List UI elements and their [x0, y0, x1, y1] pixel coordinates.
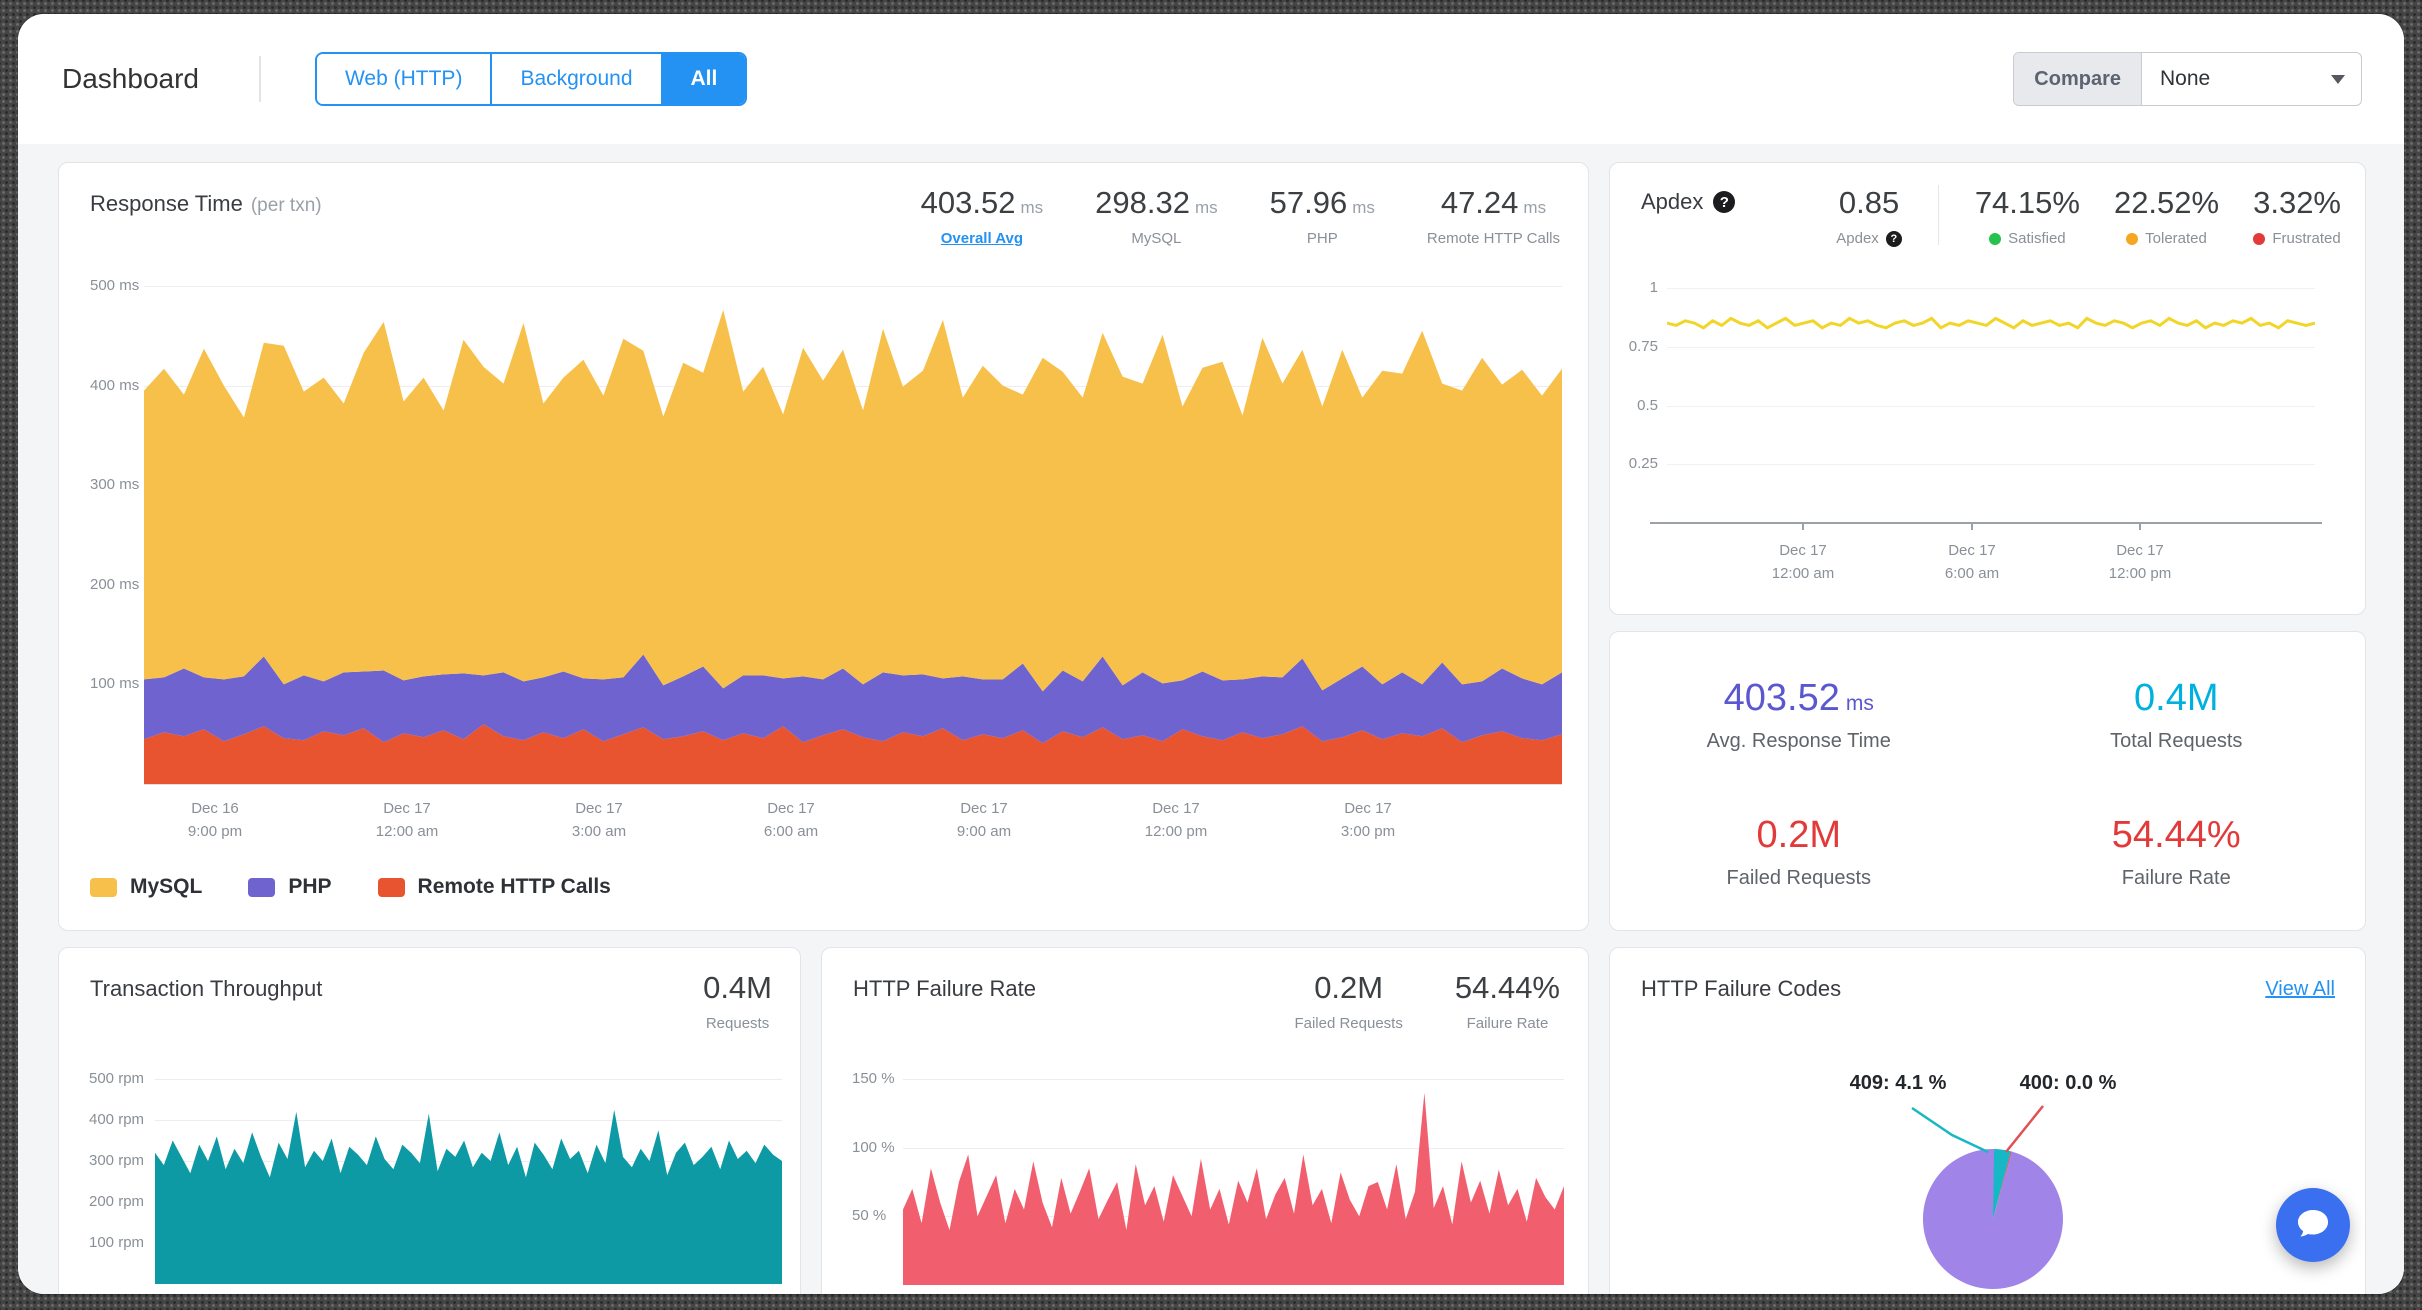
y-tick: 150 %: [852, 1070, 895, 1087]
panel-title: HTTP Failure Rate: [853, 976, 1036, 1002]
chart-legend: MySQL PHP Remote HTTP Calls: [90, 875, 611, 899]
tab-background[interactable]: Background: [490, 54, 660, 103]
y-tick: 200 rpm: [89, 1193, 144, 1210]
help-icon[interactable]: ?: [1713, 191, 1735, 213]
header-divider: [259, 56, 261, 102]
chat-launcher-button[interactable]: [2276, 1188, 2350, 1262]
stat-mysql: 298.32ms MySQL: [1095, 185, 1218, 247]
panel-title: Transaction Throughput: [90, 976, 322, 1002]
axis-tick: [1802, 522, 1804, 530]
failure-rate-chart: [903, 1079, 1564, 1285]
failure-codes-pie-chart: [1610, 948, 2366, 1294]
summary-avg-response-time: 403.52ms Avg. Response Time: [1610, 646, 1988, 783]
x-axis: [1650, 522, 2322, 524]
throughput-stats: 0.4M Requests: [703, 970, 772, 1032]
y-tick: 0.5: [1610, 397, 1658, 414]
y-tick: 400 ms: [90, 377, 139, 394]
stat-remote-http: 47.24ms Remote HTTP Calls: [1427, 185, 1560, 247]
y-tick: 100 %: [852, 1139, 895, 1156]
y-tick: 100 rpm: [89, 1234, 144, 1251]
chat-icon: [2294, 1206, 2332, 1244]
overall-avg-link[interactable]: Overall Avg: [941, 230, 1023, 247]
stat-tolerated: 22.52% Tolerated: [2114, 185, 2219, 247]
y-tick: 50 %: [852, 1207, 886, 1224]
top-bar: Dashboard Web (HTTP) Background All Comp…: [18, 14, 2404, 144]
tab-all[interactable]: All: [661, 54, 746, 103]
apdex-panel: Apdex ? 0.85 Apdex? 74.15% Satisfied: [1609, 162, 2366, 615]
scope-tabs: Web (HTTP) Background All: [315, 52, 747, 105]
failure-codes-panel: HTTP Failure Codes View All 409: 4.1 % 4…: [1609, 947, 2366, 1294]
response-time-chart: [144, 286, 1562, 784]
summary-failed-requests: 0.2M Failed Requests: [1610, 783, 1988, 920]
y-tick: 100 ms: [90, 675, 139, 692]
y-tick: 0.75: [1610, 338, 1658, 355]
y-tick: 200 ms: [90, 576, 139, 593]
compare-select[interactable]: None: [2142, 53, 2361, 105]
summary-failure-rate: 54.44% Failure Rate: [1988, 783, 2366, 920]
app-window: Dashboard Web (HTTP) Background All Comp…: [18, 14, 2404, 1294]
apdex-chart: [1667, 288, 2315, 522]
stat-satisfied: 74.15% Satisfied: [1975, 185, 2080, 247]
y-tick: 500 ms: [90, 277, 139, 294]
stat-overall-avg: 403.52ms Overall Avg: [921, 185, 1044, 247]
summary-total-requests: 0.4M Total Requests: [1988, 646, 2366, 783]
satisfied-dot: [1989, 233, 2001, 245]
y-tick: 300 rpm: [89, 1152, 144, 1169]
legend-mysql: MySQL: [90, 875, 202, 899]
failure-rate-panel: HTTP Failure Rate 0.2M Failed Requests 5…: [821, 947, 1589, 1294]
x-axis: [144, 784, 1562, 785]
frustrated-dot: [2253, 233, 2265, 245]
panel-subtitle: (per txn): [251, 195, 322, 216]
dashboard-content: Response Time(per txn) 403.52ms Overall …: [18, 144, 2404, 1294]
panel-title: Response Time(per txn): [90, 191, 322, 217]
php-swatch: [248, 878, 275, 897]
stat-requests: 0.4M Requests: [703, 970, 772, 1032]
divider: [1938, 185, 1939, 245]
compare-control: Compare None: [2013, 52, 2362, 106]
y-tick: 400 rpm: [89, 1111, 144, 1128]
legend-php: PHP: [248, 875, 331, 899]
compare-value: None: [2160, 67, 2210, 91]
stat-apdex: 0.85 Apdex?: [1836, 185, 1902, 247]
compare-label: Compare: [2014, 53, 2142, 105]
y-tick: 300 ms: [90, 476, 139, 493]
throughput-chart: [155, 1079, 782, 1284]
y-tick: 1: [1610, 279, 1658, 296]
apdex-stats: 0.85 Apdex? 74.15% Satisfied 22.52% Tole…: [1836, 185, 2341, 247]
tolerated-dot: [2126, 233, 2138, 245]
stat-failure-rate: 54.44% Failure Rate: [1455, 970, 1560, 1032]
y-tick: 500 rpm: [89, 1070, 144, 1087]
response-time-panel: Response Time(per txn) 403.52ms Overall …: [58, 162, 1589, 931]
y-tick: 0.25: [1610, 455, 1658, 472]
mysql-swatch: [90, 878, 117, 897]
axis-tick: [2139, 522, 2141, 530]
failure-rate-stats: 0.2M Failed Requests 54.44% Failure Rate: [1294, 970, 1560, 1032]
stat-php: 57.96ms PHP: [1270, 185, 1375, 247]
summary-panel: 403.52ms Avg. Response Time 0.4M Total R…: [1609, 631, 2366, 931]
legend-remote-http: Remote HTTP Calls: [378, 875, 611, 899]
panel-title: Apdex ?: [1641, 189, 1735, 215]
axis-tick: [1971, 522, 1973, 530]
tab-web-http[interactable]: Web (HTTP): [317, 54, 490, 103]
remote-http-swatch: [378, 878, 405, 897]
help-icon[interactable]: ?: [1886, 231, 1902, 247]
page-title: Dashboard: [62, 63, 199, 95]
throughput-panel: Transaction Throughput 0.4M Requests 500…: [58, 947, 801, 1294]
chevron-down-icon: [2331, 75, 2345, 84]
response-time-stats: 403.52ms Overall Avg 298.32ms MySQL 57.9…: [921, 185, 1560, 247]
stat-frustrated: 3.32% Frustrated: [2253, 185, 2341, 247]
stat-failed-requests: 0.2M Failed Requests: [1294, 970, 1402, 1032]
